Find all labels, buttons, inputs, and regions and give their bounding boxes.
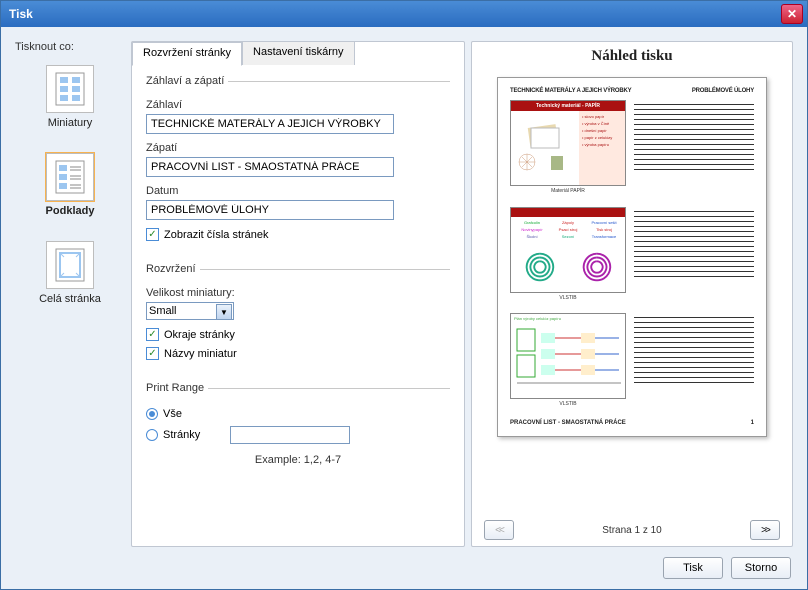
slide-thumb-1: Technický materiál - PAPÍR • slovo papír…	[510, 100, 626, 186]
item-miniatures-label: Miniatury	[48, 117, 93, 129]
print-what-panel: Tisknout co: Miniatury Podklady	[15, 41, 125, 547]
show-page-numbers-checkbox[interactable]: ✓	[146, 228, 159, 241]
range-pages-input[interactable]	[230, 426, 350, 444]
close-button[interactable]: ✕	[781, 4, 803, 24]
next-page-button[interactable]: >>	[750, 520, 780, 540]
print-dialog: Tisk ✕ Tisknout co: Miniatury	[0, 0, 808, 590]
settings-panel: Rozvržení stránky Nastavení tiskárny Záh…	[131, 41, 465, 547]
page-borders-checkbox[interactable]: ✓	[146, 328, 159, 341]
slide1-title: Technický materiál - PAPÍR	[511, 101, 625, 111]
fullpage-icon	[46, 241, 94, 289]
window-title: Tisk	[9, 7, 781, 21]
date-label: Datum	[146, 185, 450, 197]
page-borders-label: Okraje stránky	[164, 329, 235, 341]
titlebar: Tisk ✕	[1, 1, 807, 27]
page-header-right: PROBLÉMOVÉ ÚLOHY	[692, 88, 754, 94]
legend-layout: Rozvržení	[146, 263, 200, 275]
preview-title: Náhled tisku	[472, 42, 792, 71]
header-input[interactable]	[146, 114, 394, 134]
item-handouts-label: Podklady	[46, 205, 95, 217]
print-what-label: Tisknout co:	[15, 41, 125, 53]
slide3-head: Plán výroby celulóz papíru	[511, 314, 625, 323]
prev-page-button[interactable]: <<	[484, 520, 514, 540]
thumb-size-label: Velikost miniatury:	[146, 287, 450, 299]
page-header-left: TECHNICKÉ MATERÁLY A JEJICH VÝROBKY	[510, 88, 631, 94]
legend-print-range: Print Range	[146, 382, 208, 394]
handouts-icon	[46, 153, 94, 201]
page-status: Strana 1 z 10	[602, 525, 661, 536]
header-label: Záhlaví	[146, 99, 450, 111]
page-footer-left: PRACOVNÍ LIST - SMAOSTATNÁ PRÁCE	[510, 420, 626, 426]
print-button[interactable]: Tisk	[663, 557, 723, 579]
chevron-left-icon: <<	[495, 525, 503, 536]
chevron-right-icon: >>	[761, 525, 769, 536]
cancel-button[interactable]: Storno	[731, 557, 791, 579]
range-pages-radio[interactable]	[146, 429, 158, 441]
preview-page: TECHNICKÉ MATERÁLY A JEJICH VÝROBKY PROB…	[497, 77, 767, 437]
slide-thumb-2: GrafcolinZápolyPracovní sešitNovinypapír…	[510, 207, 626, 293]
item-handouts[interactable]: Podklady	[30, 149, 110, 221]
tab-page-layout[interactable]: Rozvržení stránky	[132, 42, 242, 66]
close-icon: ✕	[787, 7, 797, 21]
date-input[interactable]	[146, 200, 394, 220]
slide3-caption: VLSTIB	[510, 401, 626, 407]
slide-thumb-3: Plán výroby celulóz papíru	[510, 313, 626, 399]
fieldset-print-range: Print Range Vše Stránky Example: 1,2, 4-…	[146, 382, 450, 476]
preview-panel: Náhled tisku TECHNICKÉ MATERÁLY A JEJICH…	[471, 41, 793, 547]
legend-header-footer: Záhlaví a zápatí	[146, 75, 228, 87]
thumb-names-label: Názvy miniatur	[164, 348, 237, 360]
tabs: Rozvržení stránky Nastavení tiskárny	[132, 41, 464, 65]
slide2-caption: VLSTIB	[510, 295, 626, 301]
fieldset-header-footer: Záhlaví a zápatí Záhlaví Zápatí Datum	[146, 75, 450, 257]
footer-label: Zápatí	[146, 142, 450, 154]
footer-input[interactable]	[146, 157, 394, 177]
item-miniatures[interactable]: Miniatury	[30, 61, 110, 133]
tab-printer-settings[interactable]: Nastavení tiskárny	[242, 41, 354, 65]
thumb-names-checkbox[interactable]: ✓	[146, 347, 159, 360]
show-page-numbers-label: Zobrazit čísla stránek	[164, 229, 269, 241]
miniatures-icon	[46, 65, 94, 113]
range-pages-label: Stránky	[163, 429, 200, 441]
range-all-radio[interactable]	[146, 408, 158, 420]
item-fullpage-label: Celá stránka	[39, 293, 101, 305]
page-footer-right: 1	[751, 420, 754, 426]
range-all-label: Vše	[163, 408, 182, 420]
range-example: Example: 1,2, 4-7	[146, 454, 450, 466]
item-fullpage[interactable]: Celá stránka	[30, 237, 110, 309]
thumb-size-select[interactable]	[146, 302, 234, 320]
slide1-caption: Materiál PAPÍR	[510, 188, 626, 194]
fieldset-layout: Rozvržení Velikost miniatury: ▼ ✓ Okraje…	[146, 263, 450, 376]
